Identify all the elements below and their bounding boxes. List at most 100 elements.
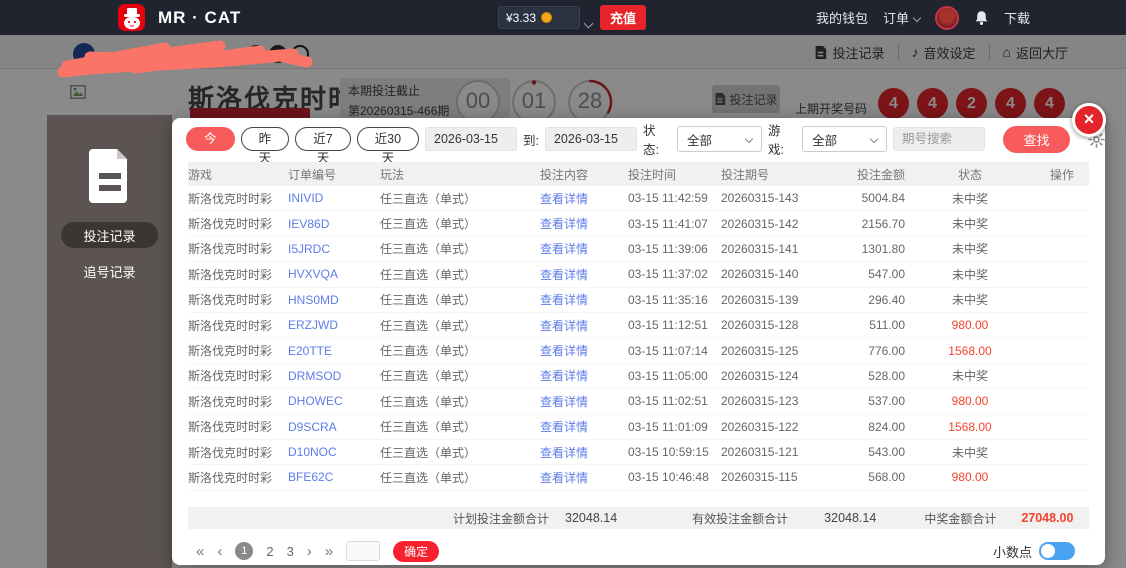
view-details-link[interactable]: 查看详情: [540, 317, 628, 334]
order-id-link[interactable]: E20TTE: [288, 344, 380, 358]
first-page-button[interactable]: «: [196, 544, 204, 559]
filter-last30days-button[interactable]: 近30天: [357, 127, 419, 151]
view-details-link[interactable]: 查看详情: [540, 215, 628, 232]
modal-close-button[interactable]: ×: [1072, 103, 1106, 137]
cell-issue: 20260315-115: [721, 470, 849, 484]
issue-search-input[interactable]: [893, 127, 985, 151]
cell-status: 1568.00: [905, 420, 1035, 434]
cell-game: 斯洛伐克时时彩: [188, 240, 288, 257]
col-content: 投注内容: [540, 166, 628, 183]
order-id-link[interactable]: IEV86D: [288, 217, 380, 231]
wallet-link[interactable]: 我的钱包: [816, 8, 868, 27]
cell-play: 任三直选（单式）: [380, 367, 540, 384]
cell-amount: 568.00: [849, 470, 905, 484]
recharge-button[interactable]: 充值: [600, 5, 646, 30]
view-details-link[interactable]: 查看详情: [540, 393, 628, 410]
filter-yesterday-button[interactable]: 昨天: [241, 127, 290, 151]
records-table: 游戏 订单编号 玩法 投注内容 投注时间 投注期号 投注金额 状态 操作 斯洛伐…: [188, 162, 1089, 491]
chevron-down-icon: [745, 135, 753, 143]
game-select[interactable]: 全部: [802, 126, 887, 152]
decimal-toggle-switch[interactable]: [1039, 542, 1075, 560]
document-icon: [87, 147, 133, 208]
goto-confirm-button[interactable]: 确定: [393, 541, 439, 562]
prev-page-button[interactable]: ‹: [217, 544, 222, 559]
balance-selector[interactable]: ¥3.33: [498, 6, 580, 29]
col-time: 投注时间: [628, 166, 721, 183]
table-row: 斯洛伐克时时彩 HNS0MD 任三直选（单式） 查看详情 03-15 11:35…: [188, 288, 1089, 313]
view-details-link[interactable]: 查看详情: [540, 342, 628, 359]
brand-logo-cat-icon[interactable]: [118, 4, 145, 31]
date-to-input[interactable]: [545, 127, 637, 151]
order-id-link[interactable]: DRMSOD: [288, 369, 380, 383]
cell-play: 任三直选（单式）: [380, 444, 540, 461]
page-3-button[interactable]: 3: [287, 544, 294, 559]
order-id-link[interactable]: INIVID: [288, 191, 380, 205]
sidebar-item-chase-records[interactable]: 追号记录: [61, 258, 158, 284]
filter-bar: 今天 昨天 近7天 近30天 到: 状态: 全部 游戏: 全部 查找: [186, 126, 1105, 152]
cell-time: 03-15 11:39:06: [628, 242, 721, 256]
table-row: 斯洛伐克时时彩 DHOWEC 任三直选（单式） 查看详情 03-15 11:02…: [188, 389, 1089, 414]
view-details-link[interactable]: 查看详情: [540, 266, 628, 283]
cell-play: 任三直选（单式）: [380, 469, 540, 486]
records-sidebar: 投注记录 追号记录: [47, 115, 172, 568]
filter-today-button[interactable]: 今天: [186, 127, 235, 151]
view-details-link[interactable]: 查看详情: [540, 367, 628, 384]
cell-status: 980.00: [905, 470, 1035, 484]
table-row: 斯洛伐克时时彩 D10NOC 任三直选（单式） 查看详情 03-15 10:59…: [188, 440, 1089, 465]
brand-name: MR · CAT: [158, 8, 241, 28]
orders-menu[interactable]: 订单: [883, 8, 920, 27]
order-id-link[interactable]: ERZJWD: [288, 318, 380, 332]
view-details-link[interactable]: 查看详情: [540, 190, 628, 207]
view-details-link[interactable]: 查看详情: [540, 240, 628, 257]
view-details-link[interactable]: 查看详情: [540, 418, 628, 435]
next-page-button[interactable]: ›: [307, 544, 312, 559]
status-select[interactable]: 全部: [677, 126, 762, 152]
cell-game: 斯洛伐克时时彩: [188, 342, 288, 359]
cell-play: 任三直选（单式）: [380, 393, 540, 410]
table-row: 斯洛伐克时时彩 IEV86D 任三直选（单式） 查看详情 03-15 11:41…: [188, 211, 1089, 236]
summary-bar: 计划投注金额合计 32048.14 有效投注金额合计 32048.14 中奖金额…: [188, 507, 1089, 529]
view-details-link[interactable]: 查看详情: [540, 291, 628, 308]
valid-total-label: 有效投注金额合计: [692, 510, 788, 527]
page-2-button[interactable]: 2: [266, 544, 273, 559]
cell-game: 斯洛伐克时时彩: [188, 215, 288, 232]
filter-last7days-button[interactable]: 近7天: [295, 127, 350, 151]
cell-game: 斯洛伐克时时彩: [188, 266, 288, 283]
balance-chevron-down-icon[interactable]: [585, 14, 592, 32]
view-details-link[interactable]: 查看详情: [540, 469, 628, 486]
cell-play: 任三直选（单式）: [380, 266, 540, 283]
table-row: 斯洛伐克时时彩 INIVID 任三直选（单式） 查看详情 03-15 11:42…: [188, 186, 1089, 211]
cell-game: 斯洛伐克时时彩: [188, 291, 288, 308]
cell-issue: 20260315-142: [721, 217, 849, 231]
cell-play: 任三直选（单式）: [380, 215, 540, 232]
order-id-link[interactable]: HVXVQA: [288, 267, 380, 281]
order-id-link[interactable]: DHOWEC: [288, 394, 380, 408]
cell-status: 未中奖: [905, 266, 1035, 283]
cell-play: 任三直选（单式）: [380, 418, 540, 435]
coin-icon: [541, 12, 552, 23]
cell-issue: 20260315-121: [721, 445, 849, 459]
sidebar-item-bet-records[interactable]: 投注记录: [61, 222, 158, 248]
goto-page-input[interactable]: [346, 541, 380, 561]
order-id-link[interactable]: I5JRDC: [288, 242, 380, 256]
last-page-button[interactable]: »: [325, 544, 333, 559]
cell-time: 03-15 10:59:15: [628, 445, 721, 459]
page-1-current[interactable]: 1: [235, 542, 253, 560]
cell-game: 斯洛伐克时时彩: [188, 367, 288, 384]
user-avatar[interactable]: [935, 6, 959, 30]
order-id-link[interactable]: HNS0MD: [288, 293, 380, 307]
cell-amount: 528.00: [849, 369, 905, 383]
date-from-input[interactable]: [425, 127, 517, 151]
search-button[interactable]: 查找: [1003, 126, 1070, 153]
cell-amount: 776.00: [849, 344, 905, 358]
table-row: 斯洛伐克时时彩 HVXVQA 任三直选（单式） 查看详情 03-15 11:37…: [188, 262, 1089, 287]
cell-status: 1568.00: [905, 344, 1035, 358]
table-body: 斯洛伐克时时彩 INIVID 任三直选（单式） 查看详情 03-15 11:42…: [188, 186, 1089, 491]
view-details-link[interactable]: 查看详情: [540, 444, 628, 461]
order-id-link[interactable]: BFE62C: [288, 470, 380, 484]
order-id-link[interactable]: D9SCRA: [288, 420, 380, 434]
bell-icon[interactable]: [974, 10, 989, 26]
order-id-link[interactable]: D10NOC: [288, 445, 380, 459]
cell-game: 斯洛伐克时时彩: [188, 190, 288, 207]
download-link[interactable]: 下载: [1004, 8, 1030, 27]
